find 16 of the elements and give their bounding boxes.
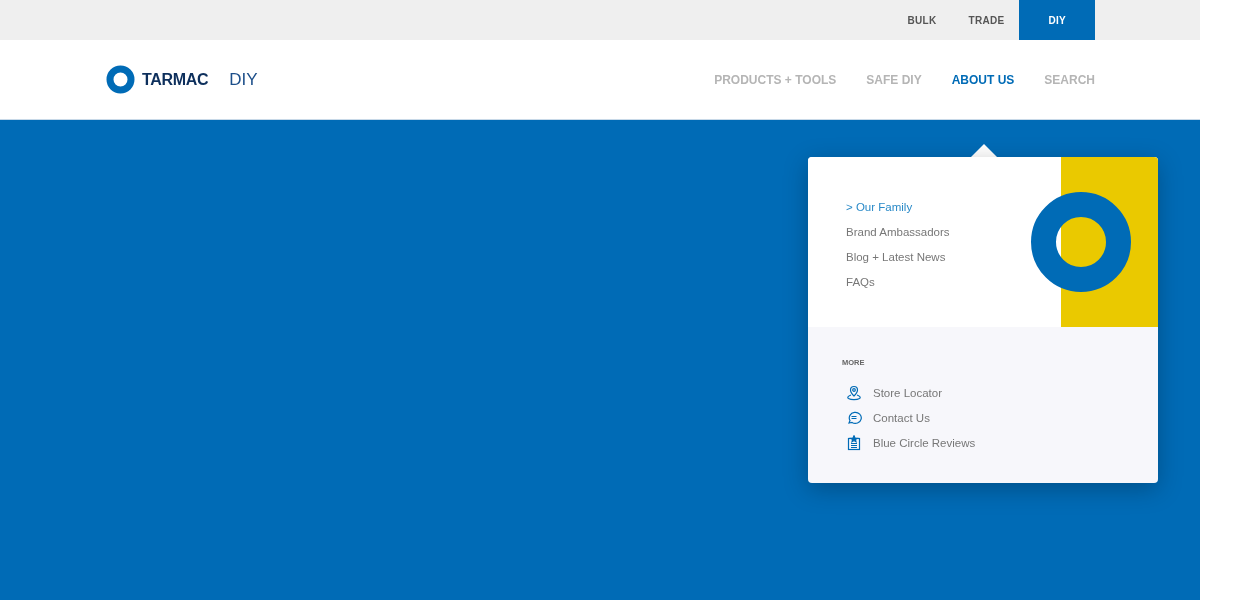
menu-item[interactable]: > Our Family xyxy=(846,199,1061,215)
speech-bubble-icon xyxy=(846,409,862,426)
more-link[interactable]: Blue Circle Reviews xyxy=(873,436,976,449)
menu-item[interactable]: Blog + Latest News xyxy=(846,249,1061,265)
nav-link[interactable]: ABOUT US xyxy=(951,72,1015,87)
site-tab[interactable]: DIY xyxy=(1019,0,1095,40)
ring-logo-icon xyxy=(106,65,135,94)
section-label: DIY xyxy=(229,69,258,90)
menu-item[interactable]: FAQs xyxy=(846,274,1061,290)
more-link[interactable]: Store Locator xyxy=(873,386,943,399)
site-tab[interactable]: TRADE xyxy=(953,0,1020,40)
site-tab[interactable]: BULK xyxy=(892,0,952,40)
more-link[interactable]: Contact Us xyxy=(873,411,930,424)
menu-item[interactable]: Brand Ambassadors xyxy=(846,224,1061,240)
location-pin-icon xyxy=(846,384,862,401)
brand-name: TARMAC xyxy=(142,70,209,89)
